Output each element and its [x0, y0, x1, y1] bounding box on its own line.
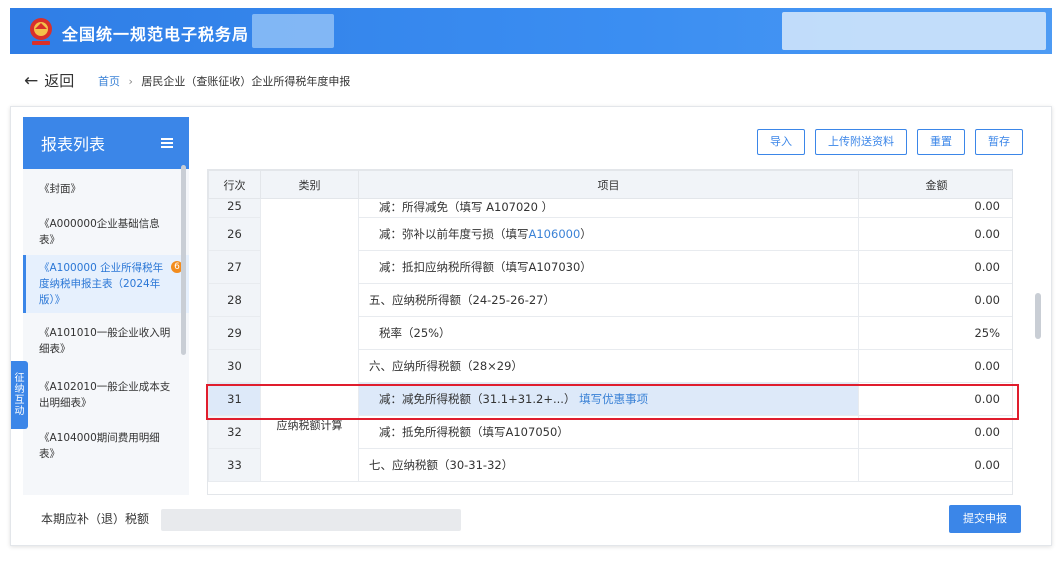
import-button[interactable]: 导入	[757, 129, 805, 155]
row-item: 减：所得减免（填写 A107020 ）	[358, 198, 859, 218]
breadcrumb-current: 居民企业（查账征收）企业所得税年度申报	[141, 75, 351, 88]
submit-declaration-button[interactable]: 提交申报	[949, 505, 1021, 533]
top-header: 全国统一规范电子税务局	[10, 8, 1052, 54]
tax-due-label: 本期应补（退）税额	[41, 512, 150, 526]
row-item: 六、应纳所得税额（28×29）	[358, 349, 859, 383]
row-item: 税率（25%）	[358, 316, 859, 350]
row-no: 33	[208, 448, 261, 482]
back-button[interactable]: ← 返回	[24, 70, 74, 91]
row-no: 27	[208, 250, 261, 284]
sidebar-item-a100000[interactable]: 《A100000 企业所得税年度纳税申报主表（2024年版）》 6	[23, 255, 189, 313]
sidebar-title: 报表列表	[41, 135, 106, 154]
sidebar-header: 报表列表	[23, 117, 189, 169]
row-amount[interactable]: 0.00	[858, 349, 1012, 383]
redacted-region	[782, 12, 1046, 50]
row-no: 32	[208, 415, 261, 449]
row-no: 26	[208, 217, 261, 251]
row-amount[interactable]: 0.00	[858, 283, 1012, 317]
form-link[interactable]: A106000	[529, 227, 581, 241]
header-amount: 金额	[858, 170, 1012, 199]
row-item: 减：减免所得税额（31.1+31.2+...） 填写优惠事项	[358, 382, 859, 416]
back-label: 返回	[44, 72, 75, 90]
row-no: 30	[208, 349, 261, 383]
chevron-right-icon: ›	[128, 75, 133, 88]
declaration-table: 行次 类别 项目 金额 25 应纳税额计算 减：所得减免（填写 A107020 …	[207, 169, 1013, 495]
menu-icon[interactable]	[161, 137, 175, 149]
main-panel: 报表列表 《封面》 《A000000企业基础信息表》 《A100000 企业所得…	[10, 106, 1052, 546]
table-row: 25 应纳税额计算 减：所得减免（填写 A107020 ） 0.00	[208, 198, 1012, 482]
sidebar-item-label: 《A102010一般企业成本支出明细表》	[39, 381, 171, 409]
redacted-region	[161, 509, 461, 531]
sidebar-item-a000000[interactable]: 《A000000企业基础信息表》	[23, 209, 189, 255]
row-amount[interactable]: 25%	[858, 316, 1012, 350]
header-row-no: 行次	[208, 170, 261, 199]
sidebar-item-cover[interactable]: 《封面》	[23, 169, 189, 209]
save-draft-button[interactable]: 暂存	[975, 129, 1023, 155]
row-amount[interactable]: 0.00	[858, 198, 1012, 218]
app-title: 全国统一规范电子税务局	[62, 25, 250, 44]
row-item: 减：抵扣应纳税所得额（填写A107030）	[358, 250, 859, 284]
tax-emblem-icon	[30, 18, 52, 45]
row-no: 31	[208, 382, 261, 416]
toolbar: 导入 上传附送资料 重置 暂存	[757, 129, 1023, 155]
category-cell: 应纳税额计算	[260, 198, 359, 482]
sidebar-item-label: 《A101010一般企业收入明细表》	[39, 327, 171, 355]
arrow-left-icon: ←	[24, 70, 39, 91]
sidebar-item-a104000[interactable]: 《A104000期间费用明细表》	[23, 421, 189, 471]
row-amount[interactable]: 0.00	[858, 217, 1012, 251]
breadcrumb: 首页 › 居民企业（查账征收）企业所得税年度申报	[98, 73, 350, 89]
table-scrollbar[interactable]	[1035, 293, 1041, 339]
report-list-sidebar: 报表列表 《封面》 《A000000企业基础信息表》 《A100000 企业所得…	[23, 117, 189, 495]
float-tab-char: 纳	[14, 384, 25, 395]
sidebar-item-a101010[interactable]: 《A101010一般企业收入明细表》	[23, 313, 189, 369]
row-item: 减：弥补以前年度亏损（填写A106000）	[358, 217, 859, 251]
upload-attachments-button[interactable]: 上传附送资料	[815, 129, 907, 155]
row-item: 七、应纳税额（30-31-32）	[358, 448, 859, 482]
sidebar-list: 《封面》 《A000000企业基础信息表》 《A100000 企业所得税年度纳税…	[23, 169, 189, 471]
reset-button[interactable]: 重置	[917, 129, 965, 155]
sidebar-item-label: 《封面》	[39, 183, 81, 195]
header-item: 项目	[358, 170, 859, 199]
row-amount[interactable]: 0.00	[858, 448, 1012, 482]
row-item-text: 减：减免所得税额（31.1+31.2+...）	[379, 392, 576, 406]
interaction-float-tab[interactable]: 征 纳 互 动	[11, 361, 28, 429]
row-item: 五、应纳税所得额（24-25-26-27）	[358, 283, 859, 317]
row-amount[interactable]: 0.00	[858, 415, 1012, 449]
float-tab-char: 征	[14, 373, 25, 384]
table-header-row: 行次 类别 项目 金额	[208, 170, 1012, 199]
sidebar-item-label: 《A104000期间费用明细表》	[39, 432, 160, 460]
row-amount[interactable]: 0.00	[858, 250, 1012, 284]
row-item: 减：抵免所得税额（填写A107050）	[358, 415, 859, 449]
float-tab-char: 互	[14, 395, 25, 406]
row-no: 28	[208, 283, 261, 317]
header-category: 类别	[260, 170, 359, 199]
sidebar-item-a102010[interactable]: 《A102010一般企业成本支出明细表》	[23, 369, 189, 421]
row-amount[interactable]: 0.00	[858, 382, 1012, 416]
fill-preference-link[interactable]: 填写优惠事项	[579, 392, 648, 406]
sidebar-item-label: 《A000000企业基础信息表》	[39, 218, 160, 246]
row-no: 29	[208, 316, 261, 350]
row-item-text: ）	[580, 227, 592, 241]
row-item-text: 减：弥补以前年度亏损（填写	[379, 227, 529, 241]
redacted-region	[252, 14, 334, 48]
row-no: 25	[208, 198, 261, 218]
float-tab-char: 动	[14, 406, 25, 417]
sidebar-scrollbar[interactable]	[181, 165, 186, 355]
sidebar-item-label: 《A100000 企业所得税年度纳税申报主表（2024年版）》	[39, 262, 164, 306]
breadcrumb-home[interactable]: 首页	[98, 75, 120, 88]
